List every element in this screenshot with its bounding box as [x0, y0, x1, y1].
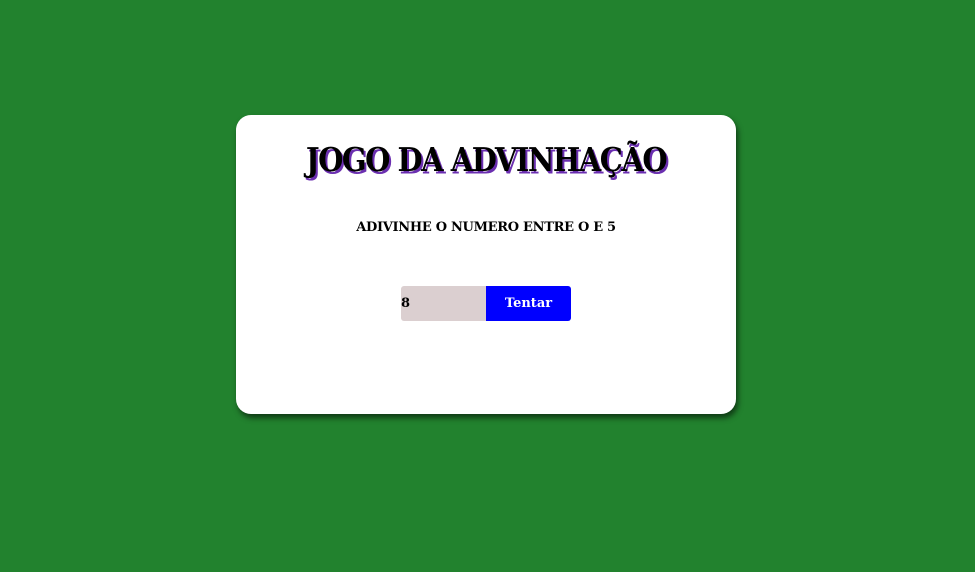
game-title: JOGO DA ADVINHAÇÃO	[305, 140, 668, 180]
try-button[interactable]: Tentar	[486, 286, 571, 321]
page-background: { "app": { "title": "JOGO DA ADVINHAÇÃO"…	[0, 0, 975, 572]
game-card: JOGO DA ADVINHAÇÃO ADIVINHE O NUMERO ENT…	[236, 115, 736, 414]
guess-input[interactable]	[401, 286, 486, 321]
instruction-text: ADIVINHE O NUMERO ENTRE O E 5	[356, 220, 616, 235]
guess-form: Tentar	[401, 286, 571, 321]
